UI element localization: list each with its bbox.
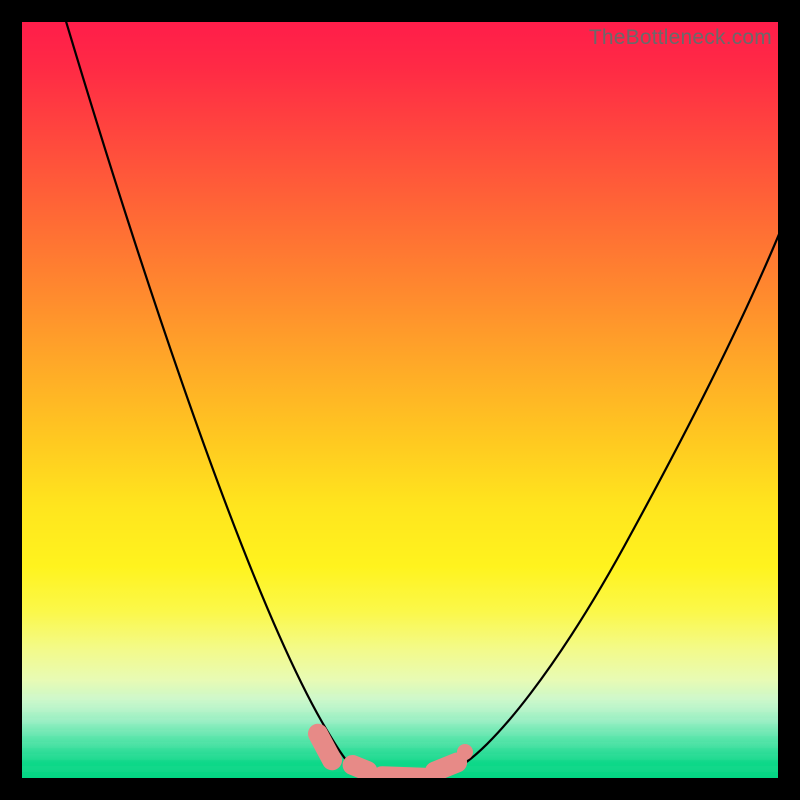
bottleneck-curve: [22, 22, 778, 778]
plot-area: [22, 22, 778, 778]
right-dot-marker: [457, 744, 473, 760]
outer-frame: TheBottleneck.com: [0, 0, 800, 800]
watermark-text: TheBottleneck.com: [589, 26, 772, 50]
